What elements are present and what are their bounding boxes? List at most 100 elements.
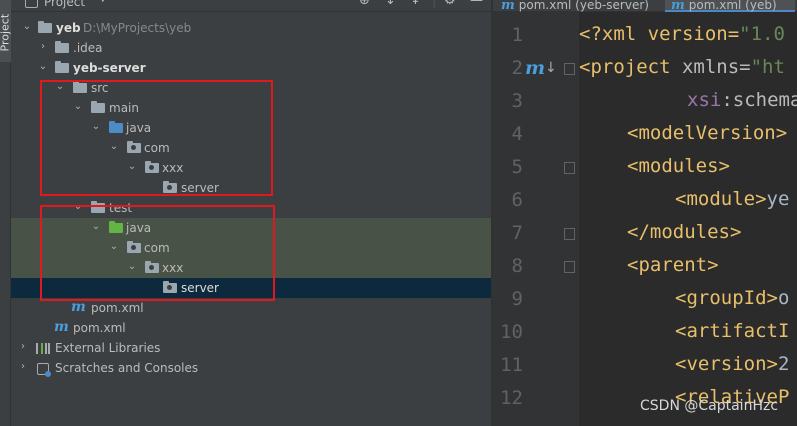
tree-item-test-com[interactable]: ⌄ com (11, 238, 491, 258)
code-text: <project xmlns="ht (579, 56, 785, 78)
tree-item-label: main (109, 101, 139, 115)
line-number: 7 (511, 222, 523, 244)
line-number: 2 (511, 57, 523, 79)
tree-item-label: com (144, 141, 170, 155)
tree-item-label: pom.xml (91, 301, 144, 315)
tab-pom-yeb[interactable]: m pom.xml (yeb) (665, 0, 795, 13)
tree-item-label: .idea (73, 41, 103, 55)
module-folder-icon (38, 21, 52, 33)
chevron-down-icon[interactable]: ⌄ (127, 261, 137, 272)
package-icon (127, 241, 141, 253)
folder-icon (91, 101, 105, 113)
tree-item-module-pom[interactable]: m pom.xml (11, 298, 491, 318)
chevron-down-icon[interactable]: ⌄ (109, 241, 119, 252)
tree-item-test-java[interactable]: ⌄ java (11, 218, 491, 238)
code-line: 1 <?xml version="1.0 (493, 19, 797, 52)
folder-icon (91, 201, 105, 213)
code-line: 8 <parent> (493, 250, 797, 283)
tool-window-stripe: Project (0, 0, 12, 426)
code-line: 5 <modules> (493, 151, 797, 184)
line-number: 6 (511, 189, 523, 211)
chevron-down-icon[interactable]: ⌄ (55, 81, 65, 92)
module-folder-icon (55, 61, 69, 73)
expand-all-icon[interactable]: ⇟ (385, 0, 396, 8)
code-line: 9 <groupId>o (493, 283, 797, 316)
fold-marker-icon[interactable] (564, 162, 575, 174)
code-text: <modules> (627, 155, 730, 177)
tree-item-label: yeb (56, 21, 81, 35)
tree-item-main-xxx[interactable]: ⌄ xxx (11, 158, 491, 178)
package-icon (145, 261, 159, 273)
locate-file-icon[interactable]: ⊕ (359, 0, 370, 8)
tree-item-scratches[interactable]: › Scratches and Consoles (11, 358, 491, 378)
project-panel-header: Project ▼ ⊕ ⇟ ⇞ | ⚙ — (11, 0, 491, 12)
folder-icon (73, 81, 87, 93)
tree-item-test[interactable]: ⌄ test (11, 198, 491, 218)
tree-item-main-com[interactable]: ⌄ com (11, 138, 491, 158)
chevron-right-icon[interactable]: › (38, 41, 48, 52)
project-tool-label: Project (0, 13, 12, 52)
line-number: 12 (500, 387, 523, 409)
chevron-down-icon[interactable]: ⌄ (109, 141, 119, 152)
code-line: 4 <modelVersion> (493, 118, 797, 151)
line-number: 5 (511, 156, 523, 178)
tree-item-label: yeb-server (73, 61, 146, 75)
tree-item-test-xxx[interactable]: ⌄ xxx (11, 258, 491, 278)
line-number: 10 (500, 321, 523, 343)
tree-item-label: xxx (162, 261, 184, 275)
tree-item-idea[interactable]: › .idea (11, 38, 491, 58)
code-line: 7 </modules> (493, 217, 797, 250)
line-number: 3 (511, 90, 523, 112)
tree-item-external-libraries[interactable]: › External Libraries (11, 338, 491, 358)
tree-item-main-server[interactable]: server (11, 178, 491, 198)
chevron-down-icon[interactable]: ⌄ (91, 221, 101, 232)
tree-item-yeb-server[interactable]: ⌄ yeb-server (11, 58, 491, 78)
chevron-down-icon[interactable]: ⌄ (91, 121, 101, 132)
folder-icon (55, 41, 69, 53)
tab-pom-yeb-server[interactable]: m pom.xml (yeb-server) (497, 0, 661, 13)
tree-item-label: java (126, 221, 152, 235)
tree-item-label: java (126, 121, 152, 135)
code-text: <module>ye (675, 188, 790, 210)
view-selector-chevron-down-icon[interactable]: ▼ (99, 0, 107, 4)
tree-item-main[interactable]: ⌄ main (11, 98, 491, 118)
chevron-right-icon[interactable]: › (18, 361, 28, 372)
code-editor[interactable]: m pom.xml (yeb-server) m pom.xml (yeb) m ↓… (493, 0, 797, 426)
code-text: <artifactI (675, 320, 790, 342)
scratches-icon (37, 363, 51, 377)
tree-item-test-server[interactable]: server (11, 278, 491, 298)
fold-marker-icon[interactable] (564, 261, 575, 273)
tree-item-main-java[interactable]: ⌄ java (11, 118, 491, 138)
tree-item-src[interactable]: ⌄ src (11, 78, 491, 98)
code-line: 2 <project xmlns="ht (493, 52, 797, 85)
code-text: <parent> (627, 254, 719, 276)
chevron-down-icon[interactable]: ⌄ (38, 61, 48, 72)
code-text: <modelVersion> (627, 122, 788, 144)
chevron-down-icon[interactable]: ⌄ (73, 101, 83, 112)
chevron-down-icon[interactable]: ⌄ (73, 201, 83, 212)
maven-icon: m (71, 299, 86, 315)
tab-label: pom.xml (yeb) (688, 0, 777, 12)
line-number: 8 (511, 255, 523, 277)
code-text: </modules> (627, 221, 742, 243)
chevron-down-icon[interactable]: ⌄ (127, 161, 137, 172)
tree-item-path: D:\MyProjects\yeb (83, 21, 192, 35)
hide-panel-icon[interactable]: — (470, 0, 483, 8)
fold-marker-icon[interactable] (564, 63, 575, 75)
editor-tabs: m pom.xml (yeb-server) m pom.xml (yeb) (493, 0, 797, 13)
fold-marker-icon[interactable] (564, 228, 575, 240)
tree-item-label: com (144, 241, 170, 255)
tree-item-root-pom[interactable]: m pom.xml (11, 318, 491, 338)
tree-item-yeb[interactable]: ⌄ yeb D:\MyProjects\yeb (11, 18, 491, 38)
project-panel: Project ▼ ⊕ ⇟ ⇞ | ⚙ — ⌄ yeb D:\MyProject… (11, 0, 491, 426)
separator: | (432, 0, 437, 8)
chevron-down-icon[interactable]: ⌄ (22, 21, 32, 32)
gear-icon[interactable]: ⚙ (444, 0, 456, 8)
tree-item-label: server (181, 281, 219, 295)
project-panel-title[interactable]: Project (44, 0, 85, 9)
tree-item-label: Scratches and Consoles (55, 361, 199, 375)
collapse-all-icon[interactable]: ⇞ (410, 0, 421, 8)
project-tool-tab[interactable]: Project (0, 0, 12, 62)
chevron-right-icon[interactable]: › (18, 341, 28, 352)
tree-item-label: pom.xml (73, 321, 126, 335)
